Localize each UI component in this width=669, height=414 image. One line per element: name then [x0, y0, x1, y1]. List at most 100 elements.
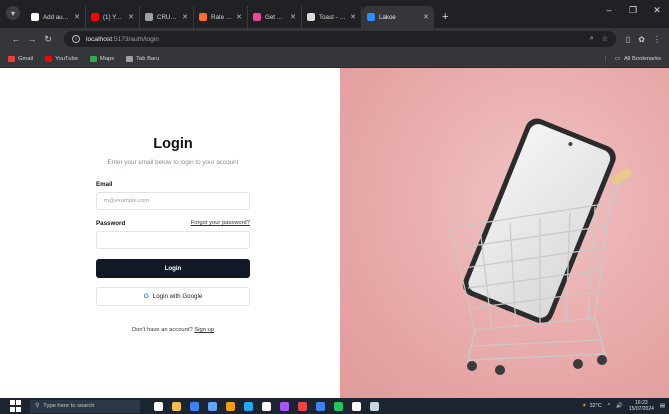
browser-tab[interactable]: Get Started | Ru✕ [248, 6, 302, 28]
password-field[interactable] [96, 231, 250, 249]
site-info-icon[interactable]: i [72, 35, 80, 43]
lakoe-icon [367, 13, 375, 21]
browser-tab-label: (1) YouTube [103, 13, 124, 21]
browser-toolbar: ← → ↻ i localhost:5173/auth/login ⌕ ☆ ▯ … [0, 28, 669, 50]
minimize-icon[interactable]: – [597, 0, 621, 20]
github-icon[interactable] [352, 401, 361, 411]
bookmark-item[interactable]: Gmail [8, 55, 34, 62]
clock[interactable]: 16:23 15/07/2024 [629, 400, 654, 412]
email-field[interactable] [96, 192, 250, 210]
browser-tab[interactable]: Rate Limiting |✕ [194, 6, 248, 28]
close-tab-icon[interactable]: ✕ [124, 13, 134, 21]
forward-icon[interactable]: → [24, 34, 40, 44]
all-bookmarks[interactable]: ▭ All Bookmarks [605, 55, 661, 62]
bookmark-item[interactable]: Maps [89, 55, 114, 62]
window-controls: – ❐ ✕ [597, 0, 669, 20]
all-bookmarks-label: All Bookmarks [623, 55, 661, 62]
browser-tab-label: Lakoe [379, 13, 396, 21]
bookmark-icon [45, 55, 53, 62]
clock-date: 15/07/2024 [628, 406, 654, 412]
maximize-icon[interactable]: ❐ [621, 0, 645, 20]
youtube-icon [91, 13, 99, 21]
close-tab-icon[interactable]: ✕ [70, 13, 80, 21]
browser-tab[interactable]: Lakoe ✕ [362, 6, 434, 28]
google-icon: G [143, 293, 149, 300]
bookmark-icon [126, 55, 134, 62]
edge-icon[interactable] [244, 401, 253, 411]
sidepanel-icon[interactable]: ▯ [626, 35, 630, 44]
bookmark-item[interactable]: YouTube [45, 55, 78, 62]
url-host: localhost [86, 35, 113, 43]
signup-prompt-text: Don't have an account? [131, 327, 193, 333]
taskbar-search-placeholder: Type here to search [43, 403, 95, 409]
address-bar[interactable]: i localhost:5173/auth/login ⌕ ☆ [64, 31, 616, 47]
notification-icon[interactable]: ▤ [660, 403, 665, 409]
login-google-label: Login with Google [152, 293, 203, 300]
browser-tab-label: Get Started | Ru [265, 13, 286, 21]
task-view-icon[interactable] [154, 401, 163, 411]
file-explorer-icon[interactable] [172, 401, 181, 411]
close-tab-icon[interactable]: ✕ [232, 13, 242, 21]
bookmark-label: YouTube [55, 55, 78, 62]
bookmark-label: Gmail [18, 55, 34, 62]
browser-tab[interactable]: Add auth user✕ [26, 6, 86, 28]
chrome-icon[interactable] [226, 401, 235, 411]
bookmark-label: Tab Baru [136, 55, 160, 62]
vscode-icon[interactable] [316, 401, 325, 411]
system-tray: ☀ 32°C ^ 🔊 16:23 15/07/2024 ▤ [582, 400, 665, 412]
store-icon[interactable] [208, 401, 217, 411]
signup-link[interactable]: Sign up [194, 327, 214, 333]
tray-chevron-icon[interactable]: ^ [608, 403, 611, 409]
browser-tab-label: Add auth user [43, 13, 70, 21]
login-panel: Login Enter your email below to login to… [0, 68, 340, 398]
password-label: Password [96, 220, 126, 227]
taskbar-search[interactable]: ⚲ Type here to search [30, 399, 140, 413]
mail-icon[interactable] [190, 401, 199, 411]
login-title: Login [153, 136, 193, 152]
obs-icon[interactable] [370, 401, 379, 411]
close-tab-icon[interactable]: ✕ [346, 13, 356, 21]
close-tab-icon[interactable]: ✕ [419, 13, 429, 21]
email-label: Email [96, 181, 113, 188]
menu-icon[interactable]: ⋮ [653, 35, 661, 44]
hero-image [340, 68, 669, 398]
close-window-icon[interactable]: ✕ [645, 0, 669, 20]
close-tab-icon[interactable]: ✕ [178, 13, 188, 21]
weather-icon: ☀ [581, 403, 587, 409]
browser-tab-label: Rate Limiting | [211, 13, 232, 21]
browser-tab-label: Toast - shadcn/ [319, 13, 346, 21]
tiktok-icon[interactable] [262, 401, 271, 411]
opera-icon[interactable] [298, 401, 307, 411]
windows-start-icon[interactable] [10, 400, 24, 412]
browser-tab[interactable]: CRUD dengan✕ [140, 6, 194, 28]
zoom-icon[interactable]: ⌕ [590, 35, 594, 43]
volume-icon[interactable]: 🔊 [616, 403, 623, 409]
windows-taskbar: ⚲ Type here to search ☀ 32°C ^ 🔊 16:23 1… [0, 398, 669, 414]
whatsapp-icon[interactable] [334, 401, 343, 411]
bookmark-star-icon[interactable]: ☆ [602, 35, 608, 43]
weather-widget[interactable]: ☀ 32°C [582, 403, 602, 409]
shopping-cart-phone-illustration [449, 118, 632, 375]
browser-tab-strip: ▾ Add auth user✕(1) YouTube✕CRUD dengan✕… [0, 0, 669, 28]
get-started-icon [253, 13, 261, 21]
tab-search-icon[interactable]: ▾ [6, 6, 20, 20]
weather-temp: 32°C [589, 403, 602, 409]
bookmark-item[interactable]: Tab Baru [126, 55, 160, 62]
forgot-password-link[interactable]: Forgot your password? [170, 220, 250, 226]
browser-tab[interactable]: Toast - shadcn/✕ [302, 6, 362, 28]
close-tab-icon[interactable]: ✕ [286, 13, 296, 21]
signup-prompt: Don't have an account? Sign up [96, 327, 250, 333]
new-tab-button[interactable]: + [442, 11, 448, 23]
search-icon: ⚲ [35, 403, 40, 409]
back-icon[interactable]: ← [8, 34, 24, 44]
bookmarks-bar: Gmail YouTube Maps Tab Baru ▭ All Bookmarks [0, 50, 669, 68]
reload-icon[interactable]: ↻ [40, 34, 56, 45]
browser-tab[interactable]: (1) YouTube✕ [86, 6, 140, 28]
bookmark-icon [8, 55, 15, 62]
folder-icon: ▭ [614, 55, 620, 62]
login-google-button[interactable]: G Login with Google [96, 287, 250, 306]
github-icon [31, 13, 39, 21]
figma-icon[interactable] [280, 401, 289, 411]
login-button[interactable]: Login [96, 259, 250, 278]
extensions-icon[interactable]: ✿ [638, 35, 645, 44]
